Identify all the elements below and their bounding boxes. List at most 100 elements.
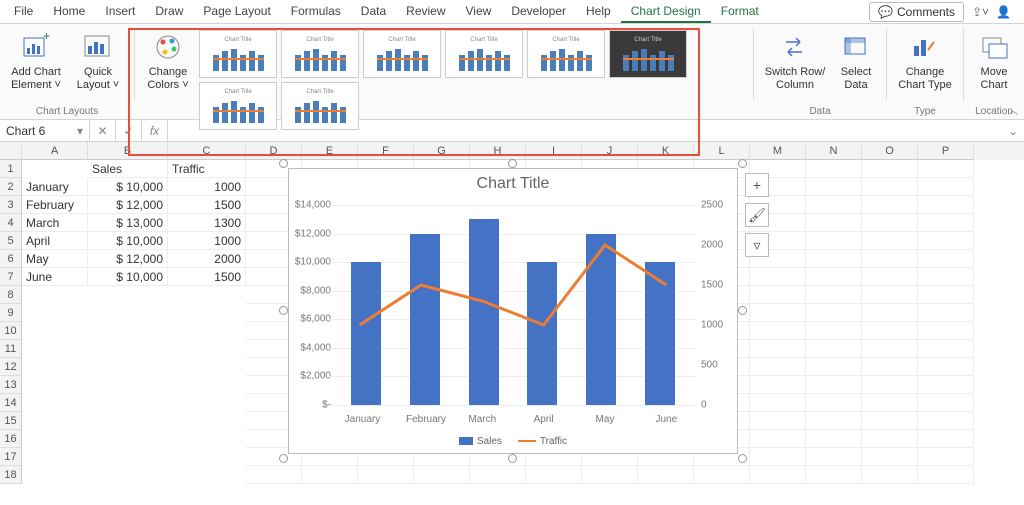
cell-empty[interactable]: [862, 412, 918, 430]
cell-empty[interactable]: [806, 304, 862, 322]
cell-empty[interactable]: [918, 466, 974, 484]
row-head-12[interactable]: 12: [0, 358, 22, 376]
cell-empty[interactable]: [694, 466, 750, 484]
cell-empty[interactable]: [862, 322, 918, 340]
row-head-1[interactable]: 1: [0, 160, 22, 178]
cell-empty[interactable]: [470, 466, 526, 484]
cell-empty[interactable]: [862, 286, 918, 304]
cell-empty[interactable]: [918, 250, 974, 268]
cell-C1[interactable]: Traffic: [168, 160, 246, 178]
col-head-G[interactable]: G: [414, 142, 470, 160]
cell-empty[interactable]: [750, 466, 806, 484]
row-head-7[interactable]: 7: [0, 268, 22, 286]
cell-empty[interactable]: [806, 448, 862, 466]
col-head-B[interactable]: B: [88, 142, 168, 160]
cell-empty[interactable]: [806, 196, 862, 214]
col-head-K[interactable]: K: [638, 142, 694, 160]
cell-empty[interactable]: [806, 376, 862, 394]
cell-C7[interactable]: 1500: [168, 268, 246, 286]
enter-formula-button[interactable]: ✓: [116, 120, 142, 141]
cell-B3[interactable]: $ 12,000: [88, 196, 168, 214]
cell-empty[interactable]: [806, 430, 862, 448]
chart-elements-button[interactable]: +: [745, 173, 769, 197]
cell-empty[interactable]: [918, 358, 974, 376]
cell-C5[interactable]: 1000: [168, 232, 246, 250]
row-head-15[interactable]: 15: [0, 412, 22, 430]
cell-A3[interactable]: February: [22, 196, 88, 214]
cell-empty[interactable]: [358, 466, 414, 484]
col-head-L[interactable]: L: [694, 142, 750, 160]
cell-empty[interactable]: [750, 268, 806, 286]
select-data-button[interactable]: Select Data: [834, 28, 878, 94]
cell-empty[interactable]: [806, 322, 862, 340]
cell-empty[interactable]: [918, 232, 974, 250]
row-head-6[interactable]: 6: [0, 250, 22, 268]
cell-empty[interactable]: [806, 466, 862, 484]
spreadsheet-grid[interactable]: ABCDEFGHIJKLMNOP 12345678910111213141516…: [0, 142, 1024, 502]
cell-B1[interactable]: Sales: [88, 160, 168, 178]
cell-empty[interactable]: [918, 394, 974, 412]
chart-title[interactable]: Chart Title: [289, 169, 737, 193]
tab-formulas[interactable]: Formulas: [281, 1, 351, 23]
cell-empty[interactable]: [750, 448, 806, 466]
cell-empty[interactable]: [862, 340, 918, 358]
comments-button[interactable]: 💬 Comments: [869, 2, 964, 22]
cell-empty[interactable]: [806, 232, 862, 250]
cell-C3[interactable]: 1500: [168, 196, 246, 214]
chart-line[interactable]: [329, 205, 697, 405]
cell-empty[interactable]: [806, 250, 862, 268]
chart-plot-area[interactable]: [329, 205, 697, 405]
cancel-formula-button[interactable]: ✕: [90, 120, 116, 141]
tab-data[interactable]: Data: [351, 1, 396, 23]
chart-style-thumb-6[interactable]: Chart Title: [609, 30, 687, 78]
cell-empty[interactable]: [918, 160, 974, 178]
cell-A6[interactable]: May: [22, 250, 88, 268]
tab-file[interactable]: File: [4, 1, 43, 23]
cell-empty[interactable]: [862, 178, 918, 196]
row-head-9[interactable]: 9: [0, 304, 22, 322]
cell-empty[interactable]: [862, 160, 918, 178]
tab-help[interactable]: Help: [576, 1, 621, 23]
cell-empty[interactable]: [246, 466, 302, 484]
cell-B5[interactable]: $ 10,000: [88, 232, 168, 250]
cell-empty[interactable]: [806, 286, 862, 304]
embedded-chart[interactable]: Chart Title $-$2,000$4,000$6,000$8,000$1…: [288, 168, 738, 454]
chart-legend[interactable]: Sales Traffic: [289, 436, 737, 447]
cell-empty[interactable]: [750, 340, 806, 358]
change-chart-type-button[interactable]: Change Chart Type: [895, 28, 955, 94]
tab-format[interactable]: Format: [711, 1, 769, 23]
col-head-N[interactable]: N: [806, 142, 862, 160]
cell-empty[interactable]: [750, 358, 806, 376]
chart-styles-button[interactable]: 🖌: [745, 203, 769, 227]
cell-empty[interactable]: [918, 214, 974, 232]
switch-row-column-button[interactable]: Switch Row/ Column: [762, 28, 828, 94]
cell-empty[interactable]: [806, 268, 862, 286]
move-chart-button[interactable]: Move Chart: [972, 28, 1016, 94]
cell-A4[interactable]: March: [22, 214, 88, 232]
cell-empty[interactable]: [862, 376, 918, 394]
cell-empty[interactable]: [918, 304, 974, 322]
cell-empty[interactable]: [862, 304, 918, 322]
chart-style-thumb-1[interactable]: Chart Title: [199, 30, 277, 78]
col-head-D[interactable]: D: [246, 142, 302, 160]
name-box[interactable]: Chart 6 ▾: [0, 120, 90, 141]
chart-style-thumb-2[interactable]: Chart Title: [281, 30, 359, 78]
row-head-10[interactable]: 10: [0, 322, 22, 340]
cell-empty[interactable]: [750, 430, 806, 448]
cell-empty[interactable]: [918, 178, 974, 196]
cell-A5[interactable]: April: [22, 232, 88, 250]
cell-empty[interactable]: [918, 376, 974, 394]
tab-developer[interactable]: Developer: [501, 1, 576, 23]
cell-empty[interactable]: [302, 466, 358, 484]
row-head-5[interactable]: 5: [0, 232, 22, 250]
cell-empty[interactable]: [750, 304, 806, 322]
tab-chart-design[interactable]: Chart Design: [621, 1, 711, 23]
row-head-2[interactable]: 2: [0, 178, 22, 196]
cell-empty[interactable]: [414, 466, 470, 484]
tab-page-layout[interactable]: Page Layout: [193, 1, 280, 23]
cell-C2[interactable]: 1000: [168, 178, 246, 196]
cell-empty[interactable]: [806, 412, 862, 430]
cell-empty[interactable]: [862, 466, 918, 484]
chart-style-thumb-5[interactable]: Chart Title: [527, 30, 605, 78]
cell-empty[interactable]: [526, 466, 582, 484]
